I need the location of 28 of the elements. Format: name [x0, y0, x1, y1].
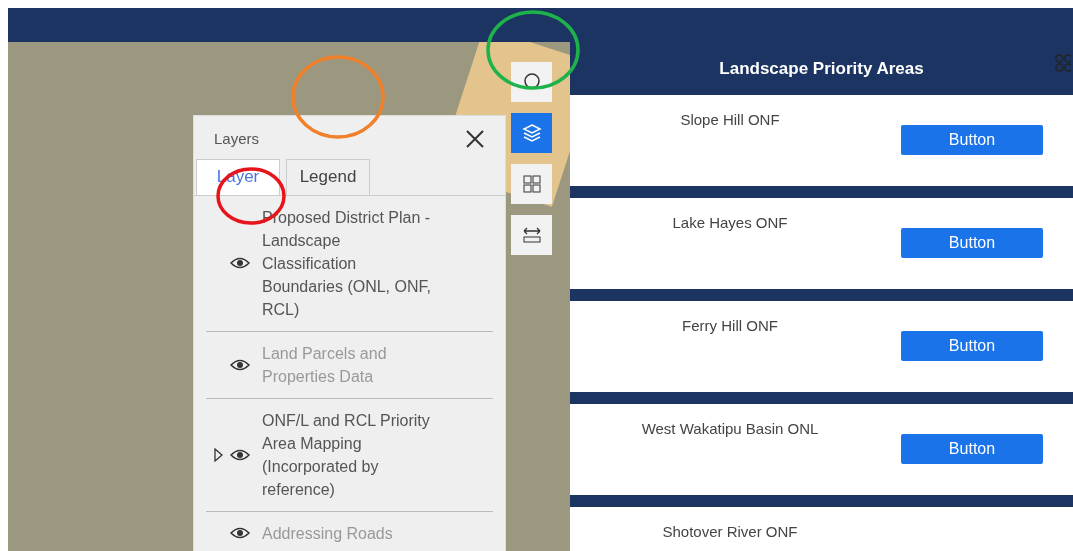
map-tool-button[interactable] [511, 164, 552, 204]
grid-icon [521, 174, 542, 194]
area-name: Ferry Hill ONF [681, 316, 779, 336]
panel-title: Layers [214, 129, 260, 149]
area-name: Lake Hayes ONF [671, 213, 789, 233]
area-name: Slope Hill ONF [679, 110, 781, 130]
layer-name[interactable]: Land Parcels and Properties Data [262, 341, 434, 388]
area-button[interactable]: Button [901, 331, 1043, 361]
layer-name[interactable]: ONF/L and RCL Priority Area Mapping (Incorporated by reference) [262, 408, 434, 501]
expand-triangle-icon[interactable] [213, 447, 223, 462]
area-button[interactable]: Button [901, 125, 1043, 155]
area-button[interactable]: Button [901, 434, 1043, 464]
close-icon[interactable] [465, 129, 485, 150]
panel-title: Landscape Priority Areas [719, 57, 924, 80]
eye-icon[interactable] [230, 448, 250, 461]
area-name: Shotover River ONF [661, 522, 799, 542]
map-tool-button[interactable] [511, 62, 552, 102]
tab[interactable]: Legend [286, 158, 370, 195]
layer-name[interactable]: Addressing Roads [262, 521, 434, 545]
layers-icon [521, 123, 542, 143]
map-tool-button[interactable] [511, 113, 552, 153]
eye-icon[interactable] [230, 358, 250, 371]
area-button[interactable]: Button [901, 228, 1043, 258]
eye-icon[interactable] [230, 527, 250, 539]
area-name: West Wakatipu Basin ONL [640, 419, 820, 439]
map-tool-button[interactable] [511, 215, 552, 255]
ruler-arrows-icon [521, 225, 542, 245]
eye-icon[interactable] [230, 257, 250, 269]
